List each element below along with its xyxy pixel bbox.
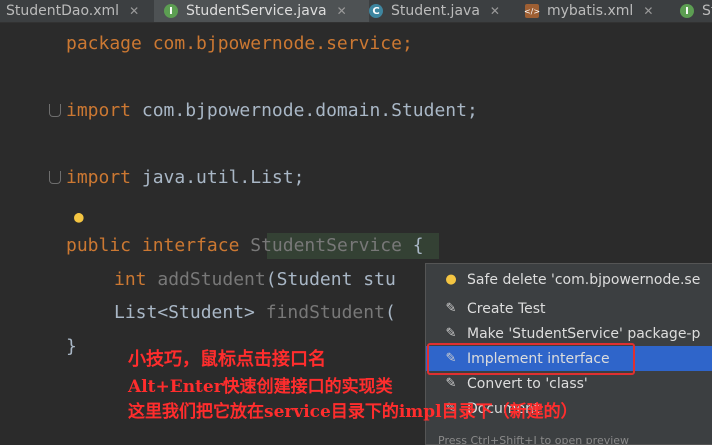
code-line-package[interactable]: package com.bjpowernode.service; bbox=[66, 32, 413, 56]
close-icon[interactable]: ✕ bbox=[337, 4, 347, 18]
package-name: com.bjpowernode.service; bbox=[141, 33, 413, 54]
menu-item-label: Make 'StudentService' package-p bbox=[467, 325, 701, 342]
close-icon[interactable]: ✕ bbox=[129, 4, 139, 18]
tab-label: mybatis.xml bbox=[547, 3, 634, 19]
pencil-icon: ✎ bbox=[445, 376, 457, 391]
keyword-import: import bbox=[66, 100, 132, 121]
menu-item-safe-delete[interactable]: ● Safe delete 'com.bjpowernode.se bbox=[426, 267, 712, 292]
menu-item-label: Convert to 'class' bbox=[467, 375, 588, 392]
tab-label: StudentDao.xml bbox=[6, 3, 120, 19]
annotation-line-3: 这里我们把它放在service目录下的impl目录下（新建的） bbox=[128, 402, 578, 422]
tab-studentdao-xml[interactable]: StudentDao.xml ✕ bbox=[0, 0, 150, 22]
method-params: ( bbox=[384, 302, 396, 323]
bulb-icon: ● bbox=[445, 272, 457, 287]
keyword-int: int bbox=[114, 269, 147, 290]
pencil-icon: ✎ bbox=[445, 326, 457, 341]
code-line-import-student[interactable]: import com.bjpowernode.domain.Student; bbox=[66, 99, 478, 123]
return-type: List<Student> bbox=[114, 302, 255, 323]
tab-label: Student.java bbox=[391, 3, 480, 19]
tab-label: St bbox=[702, 3, 712, 19]
code-line-add-student[interactable]: int addStudent(Student stu bbox=[114, 268, 396, 292]
interface-name[interactable]: StudentService bbox=[250, 235, 402, 256]
class-icon: C bbox=[369, 4, 383, 18]
interface-icon: I bbox=[680, 4, 694, 18]
annotation-line-1: 小技巧，鼠标点击接口名 bbox=[128, 349, 326, 370]
method-name: addStudent bbox=[146, 269, 266, 290]
code-line-find-student[interactable]: List<Student> findStudent( bbox=[114, 301, 396, 325]
method-name: findStudent bbox=[254, 302, 385, 323]
popup-footer-hint: Press Ctrl+Shift+I to open preview bbox=[438, 434, 630, 445]
keyword-public: public bbox=[66, 235, 132, 256]
tab-studentservice-java[interactable]: I StudentService.java ✕ bbox=[154, 0, 369, 22]
method-params: (Student stu bbox=[265, 269, 396, 290]
interface-icon: I bbox=[164, 4, 178, 18]
xml-file-icon: </> bbox=[524, 4, 540, 18]
editor-tab-bar: StudentDao.xml ✕ I StudentService.java ✕… bbox=[0, 0, 712, 23]
menu-item-label: Create Test bbox=[467, 300, 546, 317]
import-path: com.bjpowernode.domain.Student; bbox=[131, 100, 478, 121]
close-brace: } bbox=[66, 336, 77, 357]
keyword-import: import bbox=[66, 167, 132, 188]
code-line-import-list[interactable]: import java.util.List; bbox=[66, 166, 304, 190]
open-brace: { bbox=[401, 235, 424, 256]
keyword-interface: interface bbox=[131, 235, 251, 256]
close-icon[interactable]: ✕ bbox=[490, 4, 500, 18]
editor-gutter bbox=[0, 23, 58, 443]
close-icon[interactable]: ✕ bbox=[643, 4, 653, 18]
tab-mybatis-xml[interactable]: </> mybatis.xml ✕ bbox=[524, 0, 675, 22]
highlight-box bbox=[427, 343, 635, 375]
code-line-close-brace[interactable]: } bbox=[66, 335, 77, 359]
menu-item-label: Safe delete 'com.bjpowernode.se bbox=[467, 271, 701, 288]
fold-marker-icon[interactable] bbox=[49, 104, 61, 117]
annotation-line-2: Alt+Enter快速创建接口的实现类 bbox=[128, 377, 393, 397]
pencil-icon: ✎ bbox=[445, 301, 457, 316]
code-line-interface-decl[interactable]: public interface StudentService { bbox=[66, 234, 424, 258]
menu-item-create-test[interactable]: ✎ Create Test bbox=[426, 296, 712, 321]
lightbulb-icon[interactable]: ● bbox=[74, 207, 84, 226]
fold-marker-icon[interactable] bbox=[49, 171, 61, 184]
tab-label: StudentService.java bbox=[186, 3, 327, 19]
keyword-package: package bbox=[66, 33, 142, 54]
tab-overflow[interactable]: I St bbox=[680, 0, 712, 22]
import-path: java.util.List; bbox=[131, 167, 305, 188]
tab-student-java[interactable]: C Student.java ✕ bbox=[367, 0, 519, 22]
